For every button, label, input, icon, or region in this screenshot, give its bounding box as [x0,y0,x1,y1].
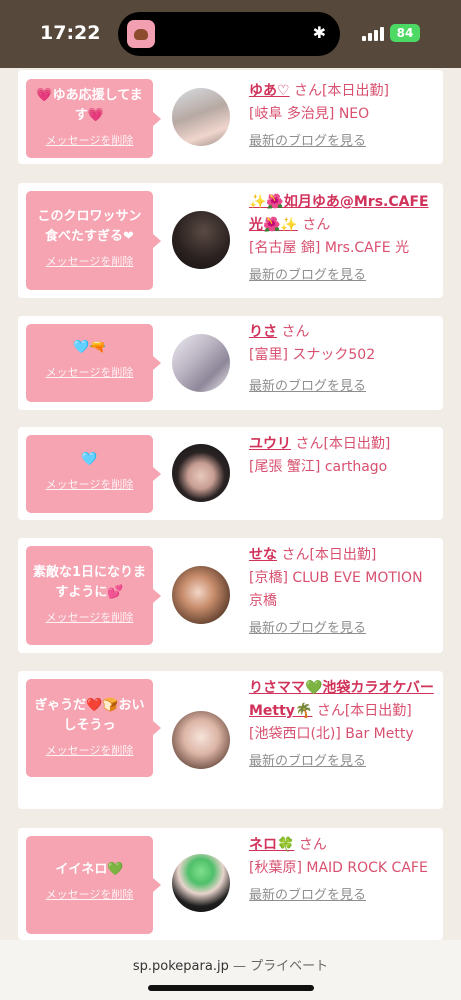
separator: — [232,959,246,974]
cast-name-link[interactable]: ユウリ [249,436,291,452]
attendance-badge: [本日出勤] [322,83,389,99]
cast-info: りさママ💚池袋カラオケバーMetty🌴 さん[本日出勤] [池袋西口(北)] B… [249,677,437,773]
message-bubble: ぎゃうだ❤️🍞おいしそうっ メッセージを削除 [26,679,161,777]
site-domain[interactable]: sp.pokepara.jp [133,959,229,974]
cast-info: ネロ🍀 さん [秋葉原] MAID ROCK CAFE 最新のブログを見る [249,834,437,907]
avatar[interactable] [172,211,230,269]
honorific: さん [302,217,331,233]
shop-area: [尾張 蟹江] carthago [249,459,388,475]
message-list[interactable]: 💗ゆあ応援してます💗 メッセージを削除 ゆあ♡ さん[本日出勤] [岐阜 多治見… [0,68,461,940]
delete-message-link[interactable]: メッセージを削除 [26,476,153,492]
avatar[interactable] [172,334,230,392]
list-item: 💗ゆあ応援してます💗 メッセージを削除 ゆあ♡ さん[本日出勤] [岐阜 多治見… [18,70,443,164]
message-bubble: 素敵な1日になりますように💕 メッセージを削除 [26,546,161,645]
list-item: 素敵な1日になりますように💕 メッセージを削除 せな さん[本日出勤] [京橋]… [18,538,443,653]
honorific: さん [295,436,324,452]
avatar[interactable] [172,88,230,146]
cast-name-link[interactable]: せな [249,547,277,563]
latest-blog-link[interactable]: 最新のブログを見る [249,884,437,907]
cast-name-link[interactable]: ゆあ♡ [249,83,290,99]
avatar[interactable] [172,444,230,502]
battery-icon: 84 [390,24,420,42]
delete-message-link[interactable]: メッセージを削除 [26,742,153,758]
status-bar: 17:22 ✱ 84 [0,0,461,68]
message-text: イイネロ💚 [55,862,124,877]
latest-blog-link[interactable]: 最新のブログを見る [249,264,437,287]
honorific: さん [281,324,310,340]
cast-info: ゆあ♡ さん[本日出勤] [岐阜 多治見] NEO 最新のブログを見る [249,80,437,153]
delete-message-link[interactable]: メッセージを削除 [26,132,153,148]
shop-area: [秋葉原] MAID ROCK CAFE [249,860,428,876]
message-bubble: 🩵🔫 メッセージを削除 [26,324,161,402]
cast-info: せな さん[本日出勤] [京橋] CLUB EVE MOTION 京橋 最新のブ… [249,544,437,640]
delete-message-link[interactable]: メッセージを削除 [26,886,153,902]
avatar[interactable] [172,711,230,769]
latest-blog-link[interactable]: 最新のブログを見る [249,750,437,773]
bluetooth-icon: ✱ [312,23,326,42]
message-text: 素敵な1日になりますように💕 [32,565,147,600]
list-item: ぎゃうだ❤️🍞おいしそうっ メッセージを削除 りさママ💚池袋カラオケバーMett… [18,671,443,809]
delete-message-link[interactable]: メッセージを削除 [26,364,153,380]
cast-name-link[interactable]: りさ [249,324,277,340]
private-mode-label: プライベート [250,959,329,974]
cast-name-link[interactable]: ✨🌺如月ゆあ@Mrs.CAFE光🌺✨ [249,194,429,233]
message-bubble: イイネロ💚 メッセージを削除 [26,836,161,934]
cast-info: ユウリ さん[本日出勤] [尾張 蟹江] carthago [249,433,437,479]
shop-area: [池袋西口(北)] Bar Metty [249,726,414,742]
message-text: 🩵 [81,452,98,467]
signal-icon [362,27,384,41]
shop-area: [名古屋 錦] Mrs.CAFE 光 [249,240,410,256]
cast-info: ✨🌺如月ゆあ@Mrs.CAFE光🌺✨ さん [名古屋 錦] Mrs.CAFE 光… [249,191,437,287]
cast-info: りさ さん [富里] スナック502 最新のブログを見る [249,321,437,398]
delete-message-link[interactable]: メッセージを削除 [26,253,153,269]
cast-name-link[interactable]: ネロ🍀 [249,837,294,853]
avatar[interactable] [172,854,230,912]
message-text: このクロワッサン食べたすぎる❤ [37,209,142,244]
home-indicator[interactable] [148,985,314,991]
avatar[interactable] [172,566,230,624]
shop-area: [富里] スナック502 [249,347,376,363]
message-text: 💗ゆあ応援してます💗 [36,88,143,123]
message-bubble: このクロワッサン食べたすぎる❤ メッセージを削除 [26,191,161,290]
message-bubble: 🩵 メッセージを削除 [26,435,161,513]
app-icon [127,20,155,48]
attendance-badge: [本日出勤] [309,547,377,563]
honorific: さん [316,703,345,719]
dynamic-island: ✱ [118,12,340,56]
message-bubble: 💗ゆあ応援してます💗 メッセージを削除 [26,79,161,158]
shop-area: [京橋] CLUB EVE MOTION 京橋 [249,570,423,609]
latest-blog-link[interactable]: 最新のブログを見る [249,375,437,398]
latest-blog-link[interactable]: 最新のブログを見る [249,617,437,640]
list-item: イイネロ💚 メッセージを削除 ネロ🍀 さん [秋葉原] MAID ROCK CA… [18,828,443,940]
message-text: ぎゃうだ❤️🍞おいしそうっ [34,698,145,733]
honorific: さん [281,547,310,563]
status-time: 17:22 [40,22,101,44]
latest-blog-link[interactable]: 最新のブログを見る [249,130,437,153]
list-item: 🩵🔫 メッセージを削除 りさ さん [富里] スナック502 最新のブログを見る [18,316,443,410]
message-text: 🩵🔫 [73,340,106,355]
list-item: このクロワッサン食べたすぎる❤ メッセージを削除 ✨🌺如月ゆあ@Mrs.CAFE… [18,183,443,298]
honorific: さん [294,83,323,99]
list-item: 🩵 メッセージを削除 ユウリ さん[本日出勤] [尾張 蟹江] carthago [18,427,443,520]
honorific: さん [298,837,327,853]
attendance-badge: [本日出勤] [323,436,391,452]
attendance-badge: [本日出勤] [344,703,412,719]
shop-area: [岐阜 多治見] NEO [249,106,370,122]
browser-address-bar[interactable]: sp.pokepara.jp — プライベート [0,940,461,1000]
delete-message-link[interactable]: メッセージを削除 [26,609,153,625]
